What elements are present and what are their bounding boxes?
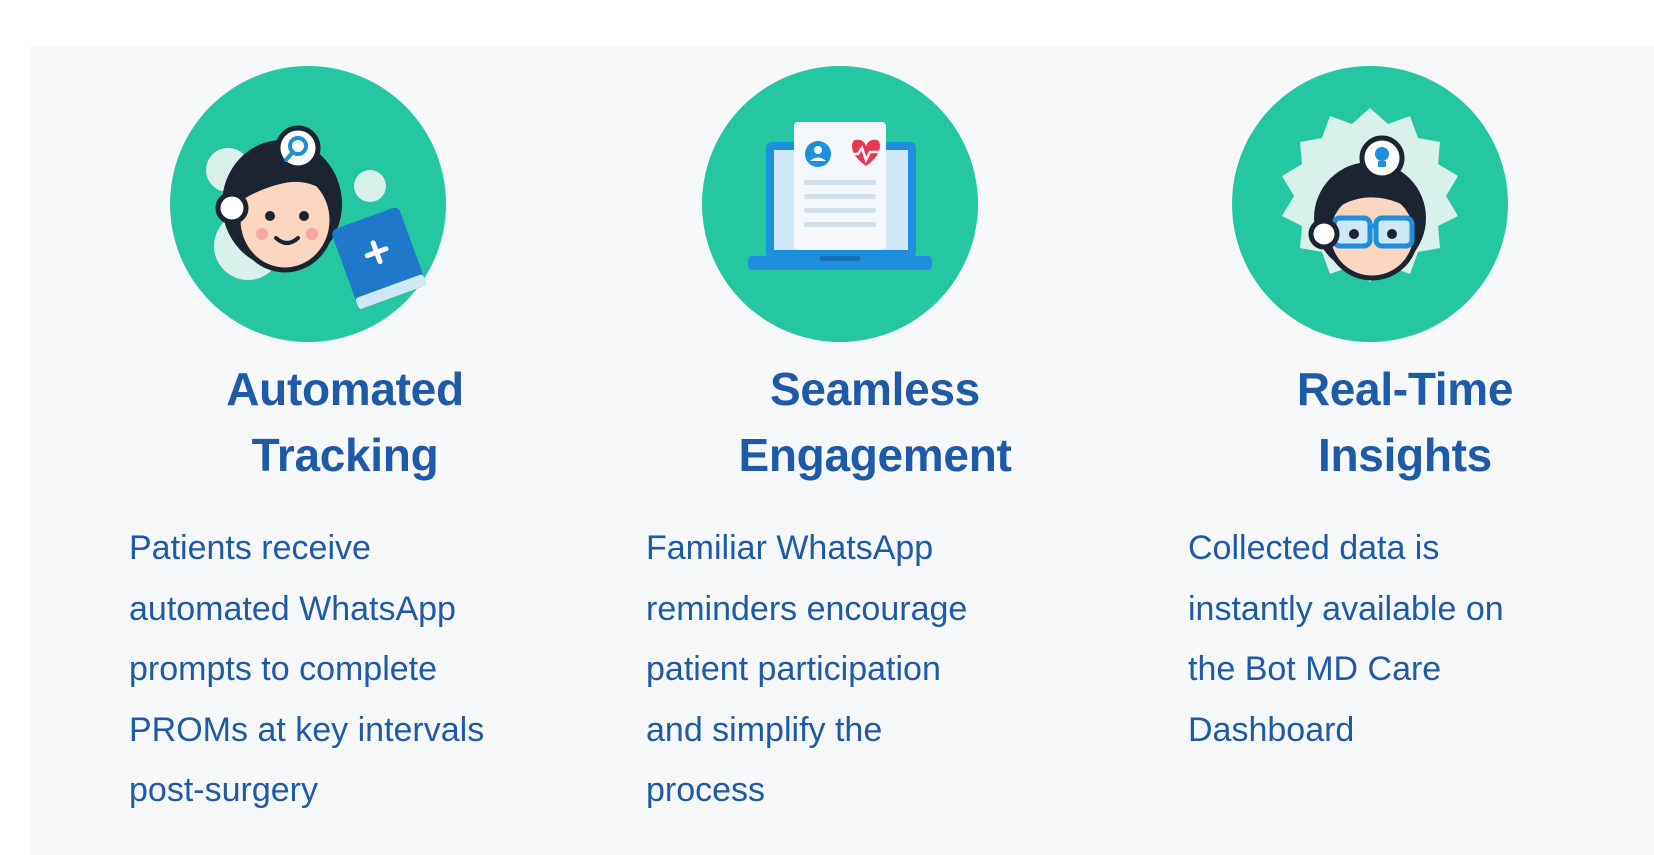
feature-description: Familiar WhatsApp reminders encourage pa… [646,529,968,809]
laptop-health-report-icon [702,66,978,342]
feature-title: Automated Tracking [226,363,464,481]
doctor-book-icon [170,66,446,342]
feature-title: Real-Time Insights [1296,363,1514,481]
feature-description: Collected data is instantly available on… [1188,529,1504,749]
doctor-insight-icon [1232,66,1508,342]
feature-description: Patients receive automated WhatsApp prom… [129,529,485,809]
feature-title: Seamless Engagement [738,363,1012,481]
features-panel: Automated Tracking Patients receive auto… [30,46,1654,855]
